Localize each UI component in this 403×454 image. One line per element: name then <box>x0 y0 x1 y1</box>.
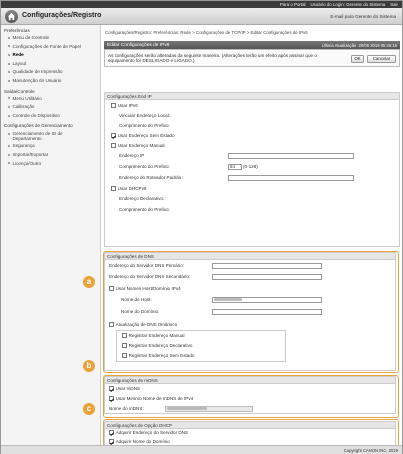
sidebar-item-calibration[interactable]: Calibração <box>1 103 100 112</box>
sidebar-item-utility-menu[interactable]: Menu Utilitário <box>1 95 100 104</box>
panel-title-bar: Editar Configurações de IPv6 Última Atua… <box>104 41 400 49</box>
app-window: Para o Portal Usuário do Login: Gerente … <box>0 0 403 454</box>
sidebar-item-department-id[interactable]: Gerenciamento de ID de Departamento <box>1 129 100 142</box>
bullet-icon <box>8 45 10 48</box>
highlight-frame-c <box>103 419 399 447</box>
sidebar-group-preferences: Preferências <box>4 28 30 33</box>
sidebar-item-import-export[interactable]: Importar/Exportar <box>1 151 100 160</box>
highlight-frame-b <box>103 375 399 418</box>
bullet-icon <box>8 132 10 135</box>
mail-admin-link[interactable]: E-mail para Gerente do Sistema <box>330 14 396 19</box>
prefix-length-label: Comprimento do Prefixo: <box>119 123 170 128</box>
stateless-checkbox[interactable] <box>111 133 116 138</box>
dhcpv6-checkbox[interactable] <box>111 186 116 191</box>
marker-b: b <box>83 360 95 372</box>
cancel-button[interactable]: Cancelar <box>367 55 396 63</box>
sidebar-item-license[interactable]: Licença/Outro <box>1 160 100 169</box>
link-local-label: Vincular Endereço Local: <box>119 113 170 118</box>
marker-c: c <box>83 403 95 415</box>
top-bar: Para o Portal Usuário do Login: Gerente … <box>1 1 402 8</box>
sidebar-item-paper-source[interactable]: Configurações de Fonte de Papel <box>1 43 100 52</box>
bullet-icon <box>8 153 10 156</box>
default-router-label: Endereço do Roteador Padrão: <box>119 175 183 180</box>
footer: Copyright CANON INC. 2019 <box>1 445 402 454</box>
sidebar-group-management: Configurações de Gerenciamento <box>4 123 73 129</box>
sidebar-item-device-control[interactable]: Controle do Dispositivo <box>1 112 100 121</box>
manual-prefix-label: Comprimento do Prefixo: <box>119 164 170 169</box>
marker-a: a <box>83 276 95 288</box>
home-icon[interactable] <box>5 10 18 23</box>
bullet-icon <box>8 36 10 39</box>
page-title: Configurações/Registro <box>22 12 102 19</box>
use-ipv6-row[interactable]: Usar IPv6 <box>111 103 138 109</box>
ok-button[interactable]: OK <box>351 55 364 63</box>
declared-prefix-label: Comprimento do Prefixo: <box>119 207 170 212</box>
sidebar-item-layout[interactable]: Layout <box>1 60 100 69</box>
bullet-icon <box>8 71 10 74</box>
copyright: Copyright CANON INC. 2019 <box>343 448 398 453</box>
panel-title: Editar Configurações de IPv6 <box>107 42 170 48</box>
breadcrumb: Configurações/Registro: Preferências: Re… <box>105 30 308 35</box>
bullet-icon <box>8 114 10 117</box>
bullet-icon <box>8 62 10 65</box>
highlight-frame-a <box>103 251 399 373</box>
logout-link[interactable]: Sair <box>390 2 398 7</box>
ip-address-input[interactable] <box>228 153 354 159</box>
page-header: Configurações/Registro E-mail para Geren… <box>1 8 402 25</box>
notice-box: As configurações serão alteradas da segu… <box>104 49 400 67</box>
manual-checkbox[interactable] <box>111 143 116 148</box>
sidebar-item-control-menu[interactable]: Menu de Controle <box>1 34 100 43</box>
ipv6-section: Configurações End IP Usar IPv6 Vincular … <box>104 92 400 247</box>
sidebar-group-output: Saída/Controle <box>4 88 35 94</box>
sidebar-item-security[interactable]: Segurança <box>1 142 100 151</box>
stateless-row[interactable]: Usar Endereço Sem Estado <box>111 133 175 139</box>
use-ipv6-checkbox[interactable] <box>111 103 116 108</box>
declared-address-label: Endereço Declarativo: <box>119 196 165 201</box>
bullet-icon <box>8 105 10 108</box>
bullet-icon <box>8 162 10 165</box>
sidebar-item-user-maintenance[interactable]: Manutenção do Usuário <box>1 77 100 86</box>
prefix-length-input[interactable]: 64 <box>228 164 242 170</box>
dhcpv6-row[interactable]: Usar DHCPv6 <box>111 186 146 192</box>
sidebar: Preferências Menu de Controle Configuraç… <box>1 25 101 445</box>
bullet-icon <box>8 97 10 100</box>
default-router-input[interactable] <box>228 175 354 181</box>
sidebar-item-print-quality[interactable]: Qualidade de Impressão <box>1 68 100 77</box>
bullet-icon <box>8 145 10 148</box>
sidebar-item-network[interactable]: Rede <box>1 51 100 60</box>
portal-link[interactable]: Para o Portal <box>280 2 306 7</box>
ip-address-label: Endereço IP <box>119 153 145 158</box>
notice-text: As configurações serão alteradas da segu… <box>108 53 317 64</box>
bullet-icon <box>8 53 10 56</box>
ipv6-section-header: Configurações End IP <box>105 93 399 100</box>
login-user: Usuário do Login: Gerente do Sistema <box>310 2 386 7</box>
prefix-range-hint: (0-128) <box>243 164 258 169</box>
last-updated: Última Atualização :20/06 2019 05:25:16 <box>321 42 397 48</box>
manual-row[interactable]: Usar Endereço Manual <box>111 143 165 149</box>
bullet-icon <box>8 79 10 82</box>
